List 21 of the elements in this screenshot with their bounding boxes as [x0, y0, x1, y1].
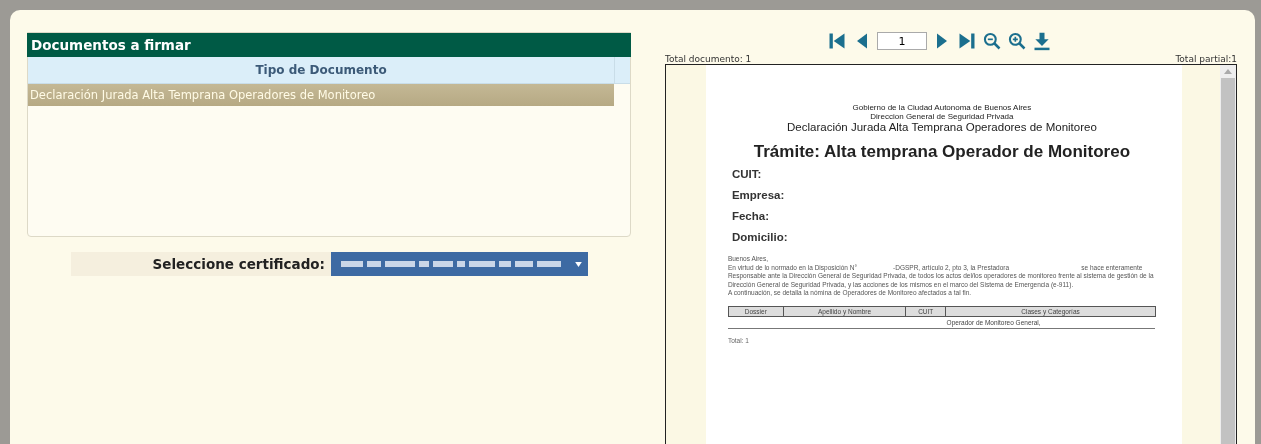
field-label: Fecha:: [731, 210, 770, 222]
zoom-in-icon[interactable]: [1006, 31, 1027, 51]
panel-title: Documentos a firmar: [27, 33, 631, 57]
zoom-out-icon[interactable]: [981, 31, 1002, 51]
field-label: Empresa:: [731, 189, 786, 201]
last-page-icon[interactable]: [956, 31, 977, 51]
certificate-dropdown[interactable]: [331, 252, 588, 276]
column-header: Tipo de Documento: [28, 57, 615, 83]
scrollbar-thumb[interactable]: [1221, 78, 1235, 444]
total-document-label: Total documento: 1: [664, 54, 752, 64]
document-title: Trámite: Alta temprana Operador de Monitoreo: [752, 142, 1132, 162]
document-header-line: Direccion General de Seguridad Privada: [869, 112, 1015, 121]
field-label: CUIT:: [731, 168, 763, 180]
document-header-line: Gobierno de la Ciudad Autonoma de Buenos Aires: [851, 103, 1033, 112]
scrollbar[interactable]: [1220, 65, 1236, 444]
document-subtitle: Declaración Jurada Alta Temprana Operadores de Monitoreo: [786, 121, 1098, 134]
page-number-field[interactable]: 1: [876, 32, 927, 50]
certificate-label: Seleccione certificado:: [152, 256, 326, 272]
total-partial-label: Total partial:1: [1175, 54, 1237, 64]
caret-icon: [575, 261, 582, 267]
field-label: Domicilio:: [731, 231, 789, 243]
